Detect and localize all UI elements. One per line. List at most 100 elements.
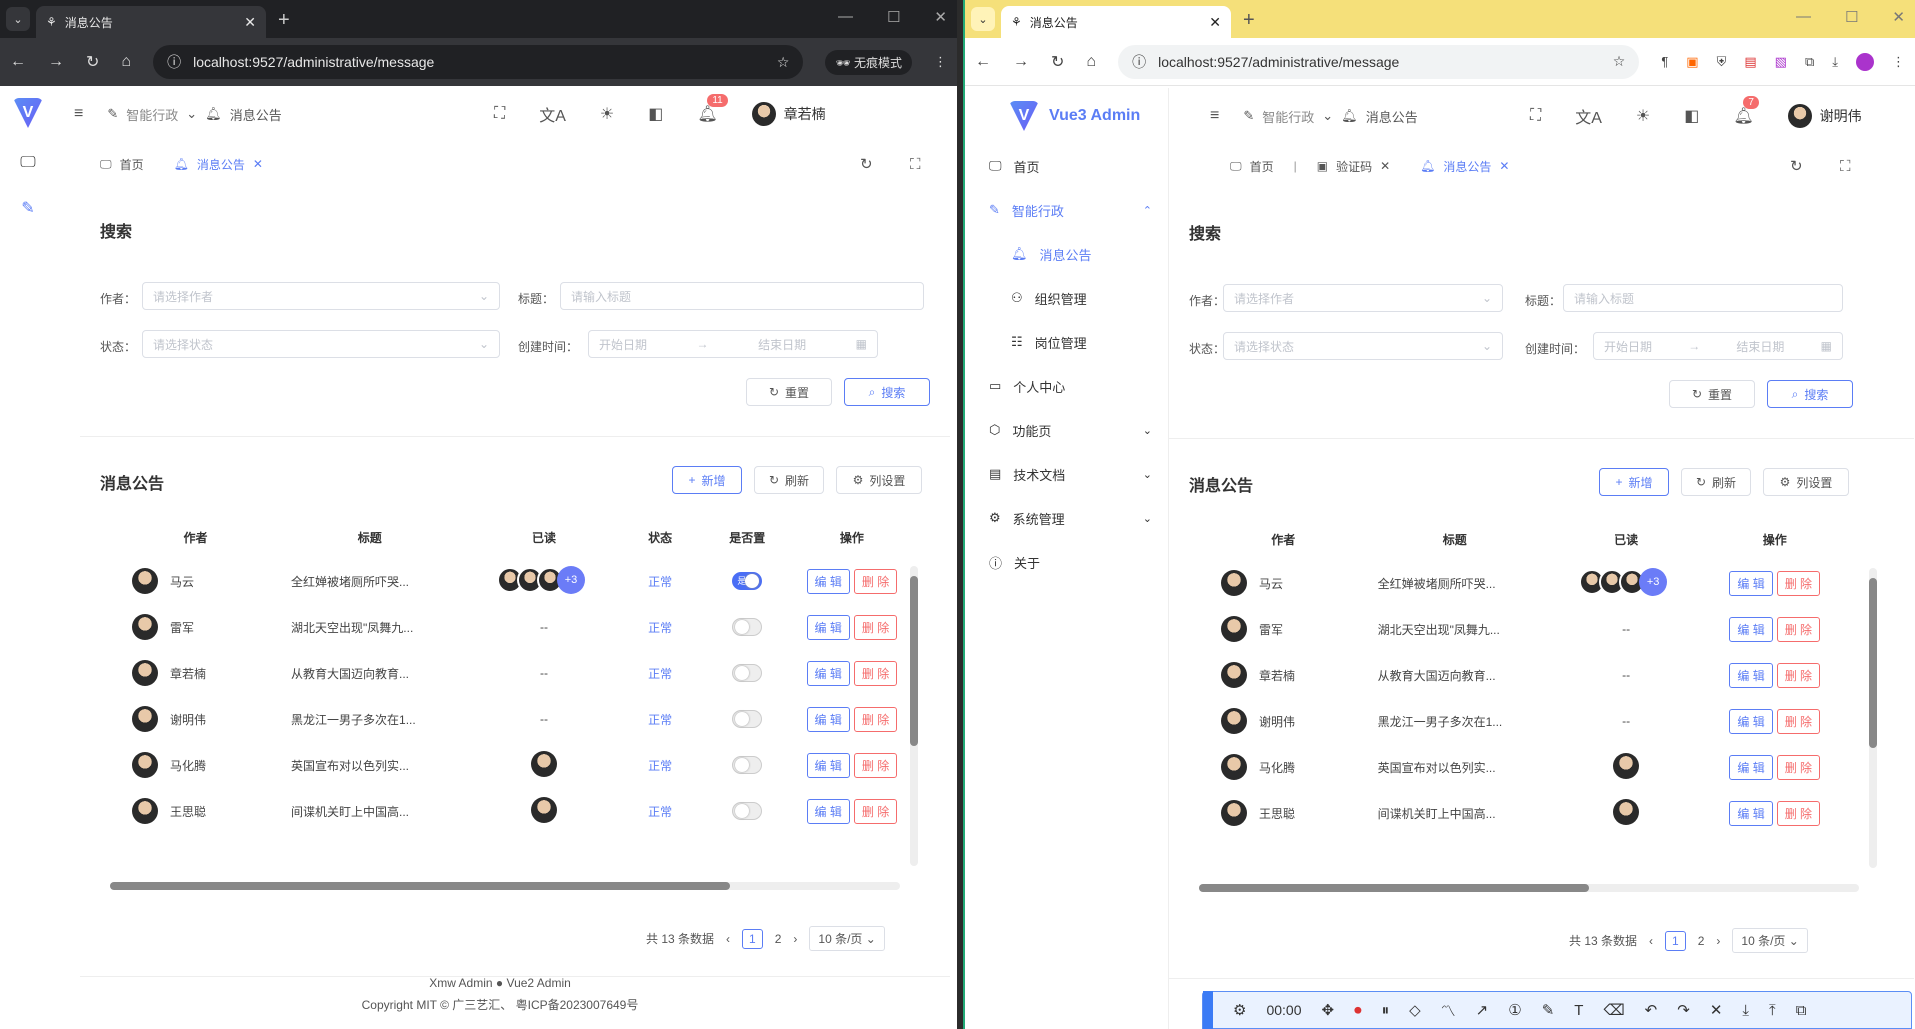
reset-button[interactable]: ↻ 重置 (746, 378, 832, 406)
edit-button[interactable]: 编 辑 (1729, 616, 1773, 642)
close-icon[interactable]: ✕ (1710, 1001, 1723, 1019)
message-title[interactable]: 英国宣布对以色列实... (271, 742, 469, 788)
message-title[interactable]: 黑龙江一男子多次在1... (271, 696, 469, 742)
tag-message[interactable]: 🔔︎ 消息公告 ✕ (164, 156, 273, 173)
maximize-icon[interactable]: ☐ (887, 8, 900, 26)
bell-icon[interactable]: 🔔︎ 11 (697, 94, 728, 124)
tag-home[interactable]: 🖵 首页 (1220, 158, 1284, 175)
page-size-select[interactable]: 10 条/页 ⌄ (1732, 928, 1808, 953)
edit-button[interactable]: 编 辑 (806, 568, 850, 594)
vertical-scrollbar[interactable] (910, 566, 918, 866)
sidebar-item-jobs[interactable]: ☷ 岗位管理 (965, 320, 1168, 364)
back-icon[interactable]: ← (975, 53, 991, 71)
horizontal-scrollbar[interactable] (110, 882, 900, 890)
close-icon[interactable]: ✕ (1380, 159, 1390, 173)
stop-icon[interactable]: ⏺ (1354, 1002, 1362, 1019)
edit-button[interactable]: 编 辑 (806, 614, 850, 640)
sidebar-item-docs[interactable]: ▤ 技术文档 ⌄ (965, 452, 1168, 496)
date-range-picker[interactable]: 开始日期 → 结束日期 ▦ (588, 330, 878, 358)
column-settings-button[interactable]: ⚙ 列设置 (836, 466, 922, 494)
extension-icon[interactable]: ▧ (1775, 54, 1787, 70)
close-tab-icon[interactable]: ✕ (244, 14, 256, 31)
edit-button[interactable]: 编 辑 (1729, 708, 1773, 734)
refresh-icon[interactable]: ↻ (860, 155, 873, 173)
pen-path-icon[interactable]: 〽 (1441, 1000, 1456, 1021)
page-1[interactable]: 1 (1665, 930, 1686, 951)
edit-button[interactable]: 编 辑 (1729, 754, 1773, 780)
menu-fold-icon[interactable]: ≡ (74, 105, 83, 123)
message-title[interactable]: 全红婵被堵厕所吓哭... (271, 558, 469, 604)
new-tab-button[interactable]: + (278, 9, 290, 32)
app-logo-icon[interactable]: V (13, 98, 43, 128)
sidebar-item-message[interactable]: 🔔︎ 消息公告 (965, 232, 1168, 276)
reset-button[interactable]: ↻ 重置 (1669, 380, 1755, 408)
incognito-badge[interactable]: 🕶 无痕模式 (825, 49, 912, 75)
add-button[interactable]: + 新增 (672, 466, 742, 494)
chevron-right-icon[interactable]: › (1716, 934, 1720, 948)
browser-tab[interactable]: ⚘ 消息公告 ✕ (1001, 6, 1231, 38)
monitor-icon[interactable]: 🖵 (20, 154, 35, 172)
edit-button[interactable]: 编 辑 (806, 660, 850, 686)
page-size-select[interactable]: 10 条/页 ⌄ (809, 926, 885, 951)
title-input[interactable]: 请输入标题 (1563, 284, 1843, 312)
extension-icon[interactable]: ▣ (1686, 54, 1698, 70)
number-icon[interactable]: ① (1508, 1001, 1521, 1019)
horizontal-scrollbar[interactable] (1199, 884, 1859, 892)
reload-icon[interactable]: ↻ (86, 52, 99, 72)
sidebar-item-profile[interactable]: ▭ 个人中心 (965, 364, 1168, 408)
tab-search-button[interactable]: ⌄ (6, 7, 30, 31)
home-icon[interactable]: ⌂ (1086, 53, 1096, 71)
pencil-icon[interactable]: ✎ (1542, 1001, 1555, 1019)
sun-icon[interactable]: ☀ (600, 104, 614, 124)
delete-button[interactable]: 删 除 (1776, 754, 1821, 780)
sidebar-item-about[interactable]: ⓘ 关于 (965, 540, 1168, 584)
page-2[interactable]: 2 (1698, 934, 1705, 948)
delete-button[interactable]: 删 除 (853, 706, 898, 732)
extension-icon[interactable]: ▤ (1744, 54, 1756, 70)
copy-icon[interactable]: ⧉ (1796, 1002, 1807, 1019)
pin-switch[interactable]: 否 (732, 664, 763, 682)
breadcrumb-item[interactable]: 智能行政 (1262, 107, 1314, 126)
fullscreen-icon[interactable]: ⛶ (494, 105, 505, 123)
message-title[interactable]: 英国宣布对以色列实... (1358, 744, 1552, 790)
tag-home[interactable]: 🖵 首页 (90, 156, 154, 173)
back-icon[interactable]: ← (10, 53, 26, 71)
status-select[interactable]: 请选择状态 ⌄ (1223, 332, 1503, 360)
pin-switch[interactable]: 是 (732, 572, 763, 590)
message-title[interactable]: 从教育大国迈向教育... (271, 650, 469, 696)
user-menu[interactable]: 谢明伟 (1787, 104, 1862, 128)
menu-dots-icon[interactable]: ⋮ (1892, 54, 1905, 70)
refresh-button[interactable]: ↻ 刷新 (1681, 468, 1751, 496)
brand[interactable]: V Vue3 Admin (965, 88, 1168, 144)
close-tab-icon[interactable]: ✕ (1209, 14, 1221, 31)
search-button[interactable]: ⌕ 搜索 (1767, 380, 1853, 408)
edit-button[interactable]: 编 辑 (1729, 800, 1773, 826)
close-window-icon[interactable]: ✕ (934, 8, 947, 26)
footer-link[interactable]: Vue2 Admin (507, 976, 571, 990)
close-icon[interactable]: ✕ (253, 157, 263, 171)
bell-icon[interactable]: 🔔︎ 7 (1733, 96, 1759, 126)
forward-icon[interactable]: → (48, 53, 64, 71)
sidebar-item-organization[interactable]: ⚇ 组织管理 (965, 276, 1168, 320)
refresh-icon[interactable]: ↻ (1790, 157, 1803, 175)
column-settings-button[interactable]: ⚙ 列设置 (1763, 468, 1849, 496)
footer-link[interactable]: Xmw Admin (429, 976, 492, 990)
eraser-icon[interactable]: ⌫ (1603, 1001, 1624, 1019)
home-icon[interactable]: ⌂ (121, 53, 131, 71)
sidebar-item-home[interactable]: 🖵 首页 (965, 144, 1168, 188)
page-1[interactable]: 1 (742, 928, 763, 949)
breadcrumb-item[interactable]: 智能行政 (126, 105, 178, 124)
forward-icon[interactable]: → (1013, 53, 1029, 71)
sidebar-item-administrative[interactable]: ✎ 智能行政 ⌃ (965, 188, 1168, 232)
fullscreen-icon[interactable]: ⛶ (910, 156, 921, 173)
undo-icon[interactable]: ↶ (1645, 1001, 1658, 1019)
sun-icon[interactable]: ☀ (1636, 106, 1650, 126)
url-input[interactable]: ⓘ localhost:9527/administrative/message … (153, 45, 804, 79)
message-title[interactable]: 间谍机关盯上中国高... (271, 788, 469, 834)
translate-icon[interactable]: 文A (1575, 104, 1602, 128)
page-2[interactable]: 2 (775, 932, 782, 946)
delete-button[interactable]: 删 除 (1776, 570, 1821, 596)
site-info-icon[interactable]: ⓘ (1132, 52, 1146, 72)
edit-button[interactable]: 编 辑 (1729, 662, 1773, 688)
pin-switch[interactable]: 否 (732, 710, 763, 728)
